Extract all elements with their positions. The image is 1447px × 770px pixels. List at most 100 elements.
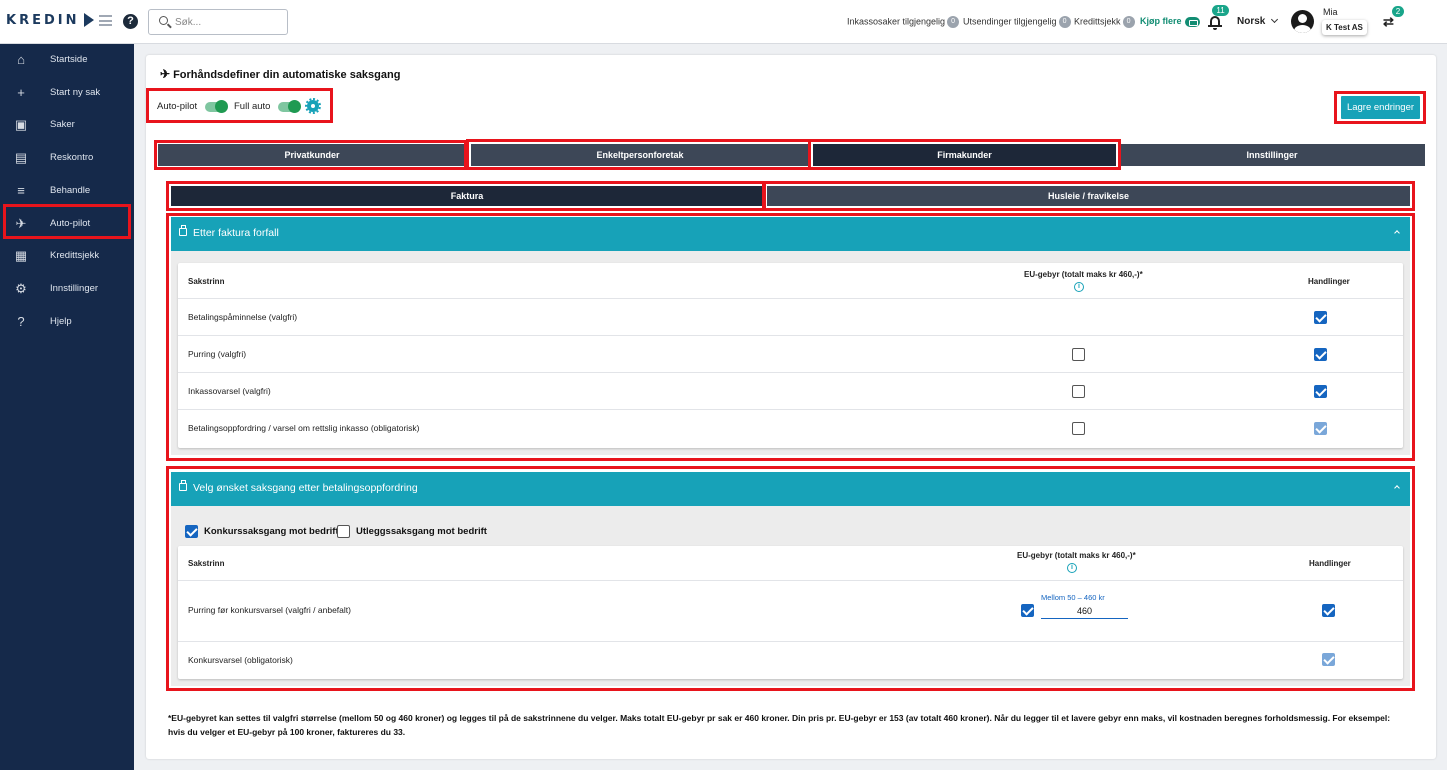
tab-husleie[interactable]: Husleie / fravikelse — [767, 186, 1410, 206]
chevron-up-icon[interactable] — [1394, 230, 1400, 236]
table-header-row: Sakstrinn EU-gebyr (totalt maks kr 460,-… — [178, 546, 1403, 581]
gear-icon[interactable] — [305, 98, 321, 114]
stat-utsendinger: Utsendinger tilgjengelig 0 — [963, 16, 1071, 28]
sidebar-item-auto-pilot[interactable]: ✈ Auto-pilot — [0, 208, 134, 240]
fullauto-switch[interactable] — [278, 100, 301, 113]
search-input[interactable] — [175, 14, 280, 30]
gift-icon — [179, 480, 187, 491]
fee-hint: Mellom 50 – 460 kr — [1041, 593, 1105, 602]
panel-etter-faktura-forfall-header[interactable]: Etter faktura forfall — [171, 217, 1410, 251]
company-selector[interactable]: K Test AS — [1322, 20, 1367, 35]
fee-checkbox[interactable] — [1072, 348, 1085, 361]
top-bar: KREDIN ? Inkassosaker tilgjengelig0 Utse… — [0, 0, 1447, 44]
table-header-row: Sakstrinn EU-gebyr (totalt maks kr 460,-… — [178, 263, 1403, 299]
menu-icon[interactable] — [99, 15, 112, 26]
help-icon[interactable]: ? — [123, 14, 138, 29]
briefcase-icon: ▣ — [14, 117, 28, 133]
utlegg-label: Utleggssaksgang mot bedrift — [356, 526, 487, 537]
buy-more-link[interactable]: Kjøp flere — [1140, 16, 1200, 27]
id-card-icon: ▦ — [14, 248, 28, 264]
save-button[interactable]: Lagre endringer — [1341, 96, 1420, 119]
fee-checkbox[interactable] — [1072, 422, 1085, 435]
action-checkbox-disabled — [1322, 653, 1335, 666]
tab-enkeltpersonforetak[interactable]: Enkeltpersonforetak — [471, 144, 809, 166]
sidebar-item-label: Auto-pilot — [50, 217, 91, 229]
avatar[interactable] — [1291, 10, 1314, 33]
column-header-fee: EU-gebyr (totalt maks kr 460,-)* — [1017, 551, 1136, 560]
info-icon[interactable]: i — [1074, 282, 1084, 292]
fullauto-label: Full auto — [234, 101, 271, 112]
page-title-text: Forhåndsdefiner din automatiske saksgang — [173, 69, 401, 81]
table-row: Purring før konkursvarsel (valgfri / anb… — [178, 581, 1403, 642]
buy-more-label: Kjøp flere — [1140, 16, 1182, 26]
autopilot-label: Auto-pilot — [157, 101, 198, 112]
panel-saksgang-header[interactable]: Velg ønsket saksgang etter betalingsoppf… — [171, 472, 1410, 506]
sidebar-item-label: Kredittsjekk — [50, 250, 100, 262]
utlegg-checkbox[interactable] — [337, 525, 350, 538]
panel-title: Velg ønsket saksgang etter betalingsoppf… — [193, 482, 418, 494]
column-header-step: Sakstrinn — [188, 559, 225, 568]
eu-fee-footnote: *EU-gebyret kan settes til valgfri størr… — [168, 713, 1391, 737]
step-label: Purring (valgfri) — [188, 349, 247, 359]
fee-amount-input[interactable] — [1041, 603, 1128, 619]
sidebar-item-startside[interactable]: ⌂ Startside — [0, 44, 134, 76]
sidebar: ⌂ Startside + Start ny sak ▣ Saker ▤ Reskontro ≡… — [0, 44, 134, 770]
stat-count-badge: 0 — [1122, 16, 1135, 28]
info-icon[interactable]: i — [1067, 563, 1077, 573]
chevron-down-icon — [1271, 15, 1279, 24]
gear-icon: ⚙ — [15, 280, 27, 296]
panel-saksgang-body: Konkurssaksgang mot bedrift Utleggssaksg… — [171, 506, 1410, 686]
tab-privatkunder[interactable]: Privatkunder — [158, 144, 466, 166]
konkurs-checkbox[interactable] — [185, 525, 198, 538]
sidebar-item-label: Startside — [50, 54, 88, 65]
sidebar-item-innstillinger[interactable]: ⚙ Innstillinger — [0, 273, 134, 305]
app-logo[interactable]: KREDIN — [6, 13, 79, 28]
fee-checkbox[interactable] — [1072, 385, 1085, 398]
step-label: Purring før konkursvarsel (valgfri / anb… — [188, 605, 351, 615]
steps-table: Sakstrinn EU-gebyr (totalt maks kr 460,-… — [178, 263, 1403, 448]
sidebar-item-label: Innstillinger — [50, 282, 99, 294]
table-row: Betalingspåminnelse (valgfri) — [178, 299, 1403, 336]
document-icon: ▤ — [14, 150, 28, 166]
stat-inkassosaker: Inkassosaker tilgjengelig 0 — [847, 16, 960, 28]
action-checkbox[interactable] — [1314, 348, 1327, 361]
column-header-fee: EU-gebyr (totalt maks kr 460,-)* — [1024, 270, 1143, 279]
stat-label: Inkassosaker tilgjengelig — [847, 16, 946, 27]
tab-faktura[interactable]: Faktura — [171, 186, 763, 206]
language-label: Norsk — [1237, 16, 1266, 27]
action-checkbox[interactable] — [1314, 385, 1327, 398]
column-header-step: Sakstrinn — [188, 277, 225, 286]
logo-arrow-icon — [84, 13, 94, 27]
home-icon: ⌂ — [17, 52, 25, 67]
stat-count-badge: 0 — [947, 16, 960, 28]
column-header-actions: Handlinger — [1309, 559, 1351, 568]
table-row: Purring (valgfri) — [178, 336, 1403, 373]
sidebar-item-label: Behandle — [50, 184, 91, 196]
action-checkbox[interactable] — [1322, 604, 1335, 617]
language-select[interactable]: Norsk — [1237, 15, 1279, 27]
fee-checkbox[interactable] — [1021, 604, 1034, 617]
autopilot-switch[interactable] — [205, 100, 228, 113]
swap-arrows-icon[interactable]: ⇄ — [1383, 14, 1394, 30]
sidebar-item-start-ny-sak[interactable]: + Start ny sak — [0, 77, 134, 109]
sidebar-item-reskontro[interactable]: ▤ Reskontro — [0, 142, 134, 174]
airplane-icon: ✈ — [15, 215, 27, 231]
tab-firmakunder[interactable]: Firmakunder — [813, 144, 1116, 166]
action-checkbox[interactable] — [1314, 311, 1327, 324]
chevron-up-icon[interactable] — [1394, 485, 1400, 491]
sidebar-item-hjelp[interactable]: ? Hjelp — [0, 306, 134, 338]
user-name: Mia — [1323, 7, 1338, 17]
tab-innstillinger[interactable]: Innstillinger — [1119, 144, 1425, 166]
column-header-actions: Handlinger — [1308, 277, 1350, 286]
sidebar-item-saker[interactable]: ▣ Saker — [0, 109, 134, 141]
plus-icon: + — [17, 84, 25, 100]
stat-kredittsjekk: Kredittsjekk 0 — [1074, 16, 1135, 28]
sidebar-item-label: Saker — [50, 119, 75, 131]
question-icon: ? — [17, 313, 25, 329]
sidebar-item-behandle[interactable]: ≡ Behandle — [0, 175, 134, 207]
action-checkbox-disabled — [1314, 422, 1327, 435]
checklist-icon: ≡ — [17, 182, 25, 198]
bell-icon[interactable] — [1208, 14, 1222, 30]
page-title: ✈ Forhåndsdefiner din automatiske saksgan… — [160, 67, 400, 81]
sidebar-item-kredittsjekk[interactable]: ▦ Kredittsjekk — [0, 240, 134, 272]
